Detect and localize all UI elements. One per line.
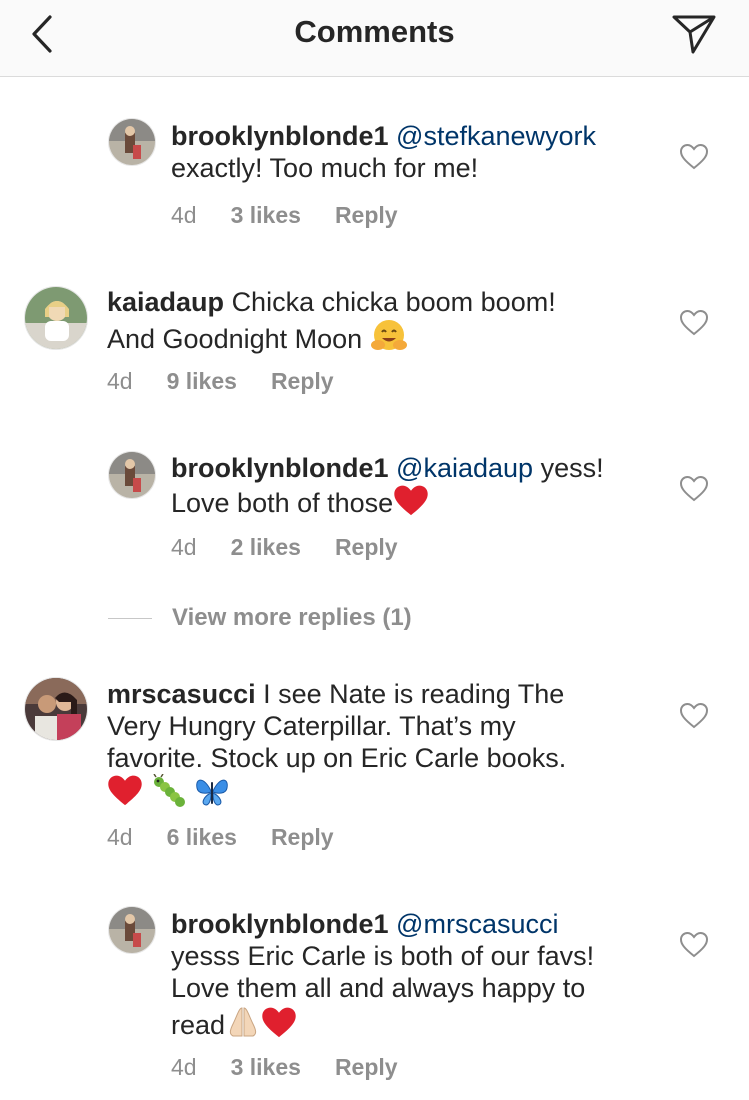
red-heart-icon: [394, 485, 428, 516]
comment-line: exactly! Too much for me!: [171, 153, 479, 183]
comment-likes[interactable]: 3 likes: [231, 202, 301, 229]
heart-icon[interactable]: [680, 703, 708, 729]
comment-time: 4d: [107, 368, 133, 394]
comment-line: Chicka chicka boom boom!: [231, 287, 556, 317]
comment-text: brooklynblonde1 @stefkanewyork exactly! …: [171, 120, 691, 184]
reply-button[interactable]: Reply: [271, 824, 334, 851]
comment-text: brooklynblonde1 @kaiadaup yess! Love bot…: [171, 452, 691, 519]
red-heart-icon: [262, 1007, 296, 1038]
comment-line: favorite. Stock up on Eric Carle books.: [107, 743, 567, 773]
comment-time: 4d: [107, 824, 133, 850]
comment-meta: 4d 3 likes Reply: [171, 1054, 398, 1081]
comment-meta: 4d 9 likes Reply: [107, 368, 334, 395]
paper-plane-icon: [672, 15, 716, 54]
comment-username[interactable]: brooklynblonde1: [171, 121, 389, 151]
heart-icon[interactable]: [680, 144, 708, 170]
comment-meta: 4d 3 likes Reply: [171, 202, 398, 229]
comment-username[interactable]: brooklynblonde1: [171, 453, 389, 483]
comment-line: Love them all and always happy to: [171, 973, 586, 1003]
comment-meta: 4d 6 likes Reply: [107, 824, 334, 851]
red-heart-icon: [108, 775, 142, 806]
comment-text: brooklynblonde1 @mrscasucci yesss Eric C…: [171, 908, 691, 1041]
comment-text: kaiadaup Chicka chicka boom boom! And Go…: [107, 286, 667, 355]
comment-mention[interactable]: @stefkanewyork: [396, 121, 596, 151]
hugging-face-icon: [370, 320, 407, 350]
comment-time: 4d: [171, 534, 197, 560]
heart-icon[interactable]: [680, 476, 708, 502]
view-more-label: View more replies (1): [172, 604, 412, 631]
comment-text: mrscasucci I see Nate is reading The Ver…: [107, 678, 667, 809]
avatar[interactable]: [24, 677, 88, 741]
butterfly-icon: [196, 779, 228, 806]
comment-likes[interactable]: 9 likes: [167, 368, 237, 395]
divider: [108, 617, 152, 619]
page-title: Comments: [294, 14, 455, 49]
comment-line: Love both of those: [171, 488, 394, 518]
reply-button[interactable]: Reply: [335, 1054, 398, 1081]
comment-line: yess!: [540, 453, 604, 483]
heart-icon[interactable]: [680, 310, 708, 336]
comment-time: 4d: [171, 1054, 197, 1080]
reply-button[interactable]: Reply: [335, 202, 398, 229]
caterpillar-icon: [152, 774, 185, 807]
comment-line: I see Nate is reading The: [263, 679, 565, 709]
comment-username[interactable]: mrscasucci: [107, 679, 256, 709]
reply-button[interactable]: Reply: [271, 368, 334, 395]
comment-meta: 4d 2 likes Reply: [171, 534, 398, 561]
folded-hands-icon: [229, 1007, 257, 1037]
reply-button[interactable]: Reply: [335, 534, 398, 561]
comment-mention[interactable]: @mrscasucci: [396, 909, 558, 939]
avatar[interactable]: [108, 451, 156, 499]
comment-likes[interactable]: 3 likes: [231, 1054, 301, 1081]
comment-line: Very Hungry Caterpillar. That’s my: [107, 711, 516, 741]
avatar[interactable]: [24, 286, 88, 350]
avatar[interactable]: [108, 118, 156, 166]
share-button[interactable]: [668, 10, 720, 58]
comment-line: And Goodnight Moon: [107, 324, 363, 354]
comment-username[interactable]: brooklynblonde1: [171, 909, 389, 939]
comment-likes[interactable]: 2 likes: [231, 534, 301, 561]
comment-likes[interactable]: 6 likes: [167, 824, 237, 851]
view-more-replies-button[interactable]: View more replies (1): [108, 604, 412, 632]
top-bar: Comments: [0, 0, 749, 77]
comment-line: yesss Eric Carle is both of our favs!: [171, 941, 595, 971]
comment-time: 4d: [171, 202, 197, 228]
heart-icon[interactable]: [680, 932, 708, 958]
avatar[interactable]: [108, 906, 156, 954]
comment-username[interactable]: kaiadaup: [107, 287, 224, 317]
comment-line: read: [171, 1010, 226, 1040]
comment-mention[interactable]: @kaiadaup: [396, 453, 533, 483]
